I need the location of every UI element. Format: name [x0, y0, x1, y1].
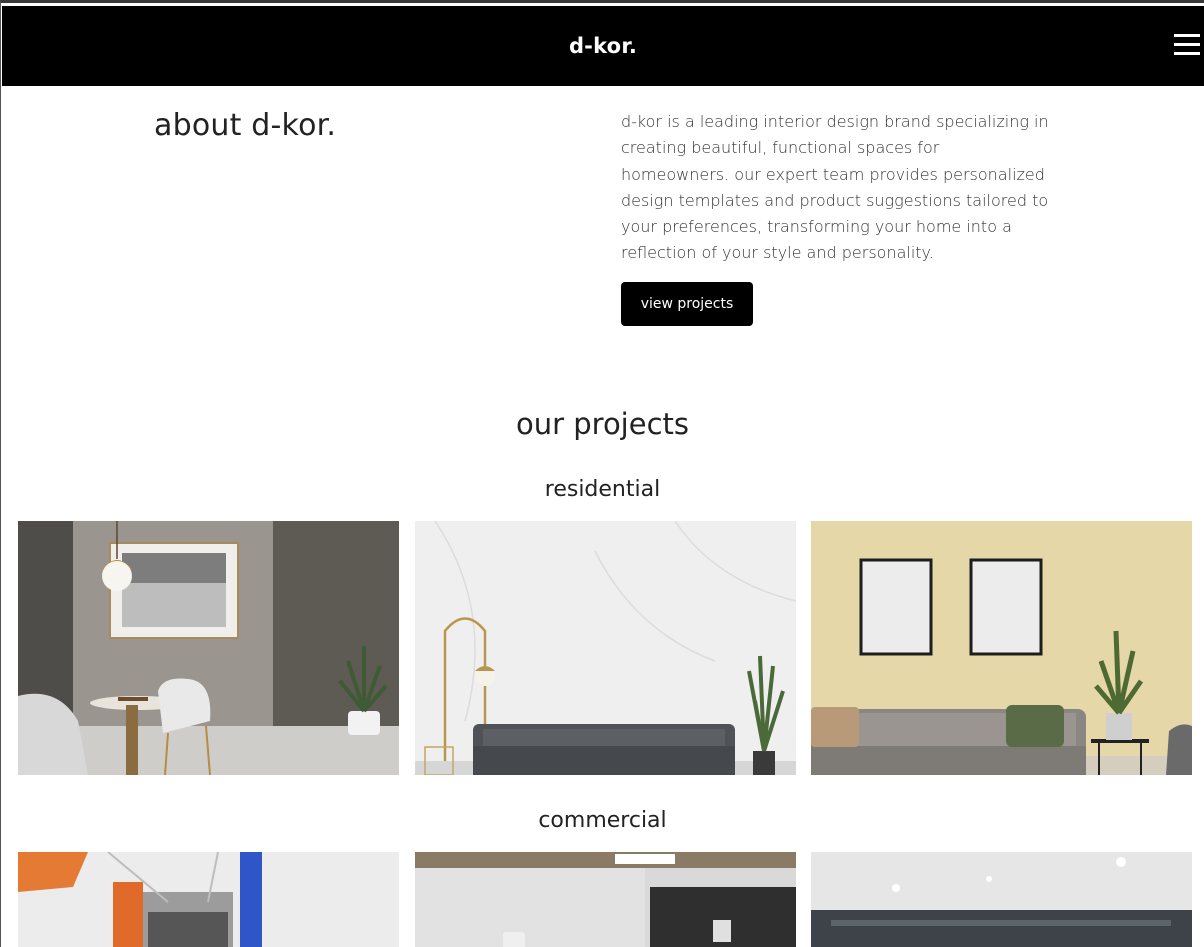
brand-logo[interactable]: d-kor.	[2, 6, 1204, 86]
commercial-image-office-reception[interactable]	[415, 852, 796, 947]
hamburger-menu-icon[interactable]	[1174, 33, 1200, 55]
commercial-image-office-corridor[interactable]	[18, 852, 399, 947]
navbar: d-kor.	[2, 6, 1204, 86]
commercial-image-open-office[interactable]	[811, 852, 1192, 947]
view-projects-button[interactable]: view projects	[621, 282, 753, 326]
about-description: d-kor is a leading interior design brand…	[621, 112, 1049, 263]
about-title: about d-kor.	[154, 108, 337, 143]
residential-heading: residential	[544, 477, 661, 502]
browser-viewport: d-kor. about d-kor. d-kor is a leading i…	[0, 0, 1204, 947]
commercial-heading: commercial	[538, 808, 667, 833]
residential-image-beige-living-room[interactable]	[811, 521, 1192, 775]
residential-image-marble-living-room[interactable]	[415, 521, 796, 775]
projects-title: our projects	[515, 407, 690, 441]
residential-image-dining-room[interactable]	[18, 521, 399, 775]
